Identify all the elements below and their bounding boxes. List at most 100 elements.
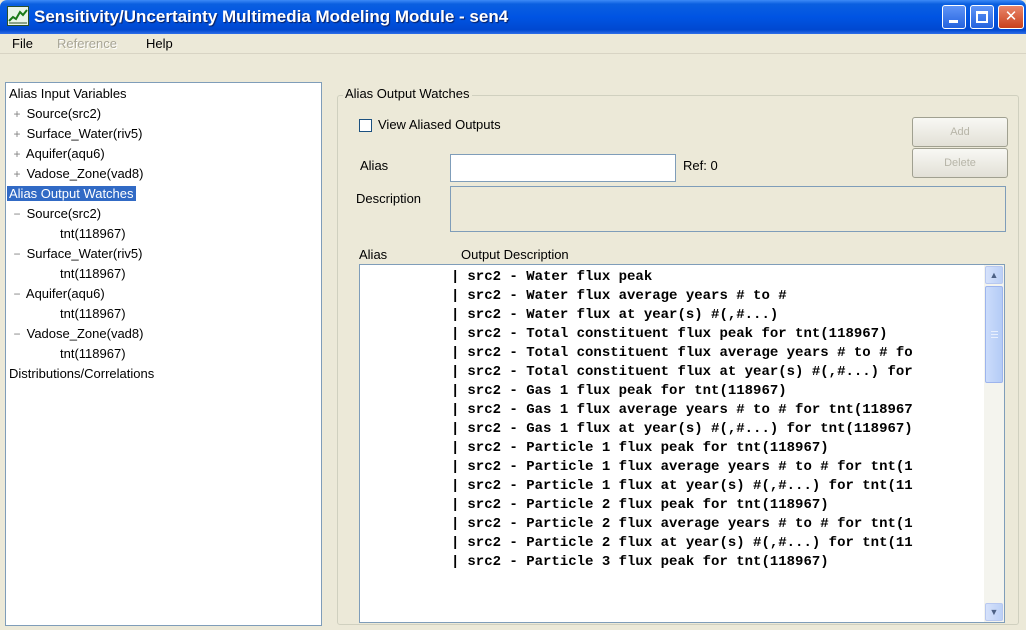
tree-node-label: Vadose_Zone(vad8) [26, 166, 144, 181]
tree-node-input-surface-water[interactable]: + Surface_Water(riv5) [11, 124, 142, 144]
list-item-text: src2 - Particle 2 flux average years # t… [467, 516, 913, 532]
list-item-text: src2 - Particle 1 flux at year(s) #(,#..… [467, 478, 913, 494]
alias-label: Alias [360, 158, 389, 173]
tree-node-label: tnt(118967) [60, 226, 126, 241]
delete-button[interactable]: Delete [912, 148, 1008, 178]
tree-node-output-aquifer-tnt[interactable]: tnt(118967) [60, 304, 126, 324]
menu-help[interactable]: Help [146, 36, 173, 51]
expand-icon[interactable]: + [11, 144, 23, 164]
checkbox-box[interactable] [359, 119, 372, 132]
tree-node-label: tnt(118967) [60, 306, 126, 321]
menu-file[interactable]: File [12, 36, 33, 51]
list-item-text: src2 - Total constituent flux average ye… [467, 345, 913, 361]
tree-node-output-surface-water[interactable]: − Surface_Water(riv5) [11, 244, 142, 264]
list-item-text: src2 - Particle 2 flux at year(s) #(,#..… [467, 535, 913, 551]
tree-view[interactable]: Alias Input Variables + Source(src2) + S… [5, 82, 322, 626]
tree-node-output-source[interactable]: − Source(src2) [11, 204, 101, 224]
add-button[interactable]: Add [912, 117, 1008, 147]
maximize-button[interactable] [970, 5, 994, 29]
collapse-icon[interactable]: − [11, 204, 23, 224]
list-item[interactable]: | src2 - Water flux peak [451, 268, 652, 287]
list-item-text: src2 - Gas 1 flux peak for tnt(118967) [467, 383, 787, 399]
tree-node-output-vadose-zone-tnt[interactable]: tnt(118967) [60, 344, 126, 364]
tree-node-alias-input-variables[interactable]: Alias Input Variables [9, 84, 127, 104]
tree-node-output-source-tnt[interactable]: tnt(118967) [60, 224, 126, 244]
title-bar[interactable]: Sensitivity/Uncertainty Multimedia Model… [0, 0, 1026, 34]
list-item[interactable]: | src2 - Total constituent flux peak for … [451, 325, 887, 344]
list-item[interactable]: | src2 - Water flux at year(s) #(,#...) [451, 306, 778, 325]
list-item[interactable]: | src2 - Total constituent flux at year(s… [451, 363, 913, 382]
scroll-up-button[interactable]: ▲ [985, 266, 1003, 284]
column-header-output-description[interactable]: Output Description [461, 247, 569, 262]
tree-node-input-vadose-zone[interactable]: + Vadose_Zone(vad8) [11, 164, 143, 184]
tree-node-output-vadose-zone[interactable]: − Vadose_Zone(vad8) [11, 324, 143, 344]
tree-node-input-source[interactable]: + Source(src2) [11, 104, 101, 124]
list-item-text: src2 - Particle 1 flux peak for tnt(1189… [467, 440, 829, 456]
list-item-text: src2 - Water flux at year(s) #(,#...) [467, 307, 779, 323]
tree-node-label: Surface_Water(riv5) [26, 126, 143, 141]
close-icon: ✕ [1004, 8, 1018, 25]
collapse-icon[interactable]: − [11, 324, 23, 344]
tree-node-output-surface-water-tnt[interactable]: tnt(118967) [60, 264, 126, 284]
tree-node-label: Surface_Water(riv5) [26, 246, 143, 261]
list-item[interactable]: | src2 - Particle 1 flux at year(s) #(,#.… [451, 477, 913, 496]
list-item[interactable]: | src2 - Gas 1 flux at year(s) #(,#...) f… [451, 420, 913, 439]
menu-reference[interactable]: Reference [57, 36, 117, 51]
chevron-down-icon: ▼ [989, 607, 999, 617]
list-item-text: src2 - Gas 1 flux at year(s) #(,#...) fo… [467, 421, 913, 437]
tree-node-label: Aquifer(aqu6) [25, 146, 105, 161]
list-item[interactable]: | src2 - Particle 2 flux peak for tnt(118… [451, 496, 829, 515]
ref-label: Ref: 0 [683, 158, 718, 173]
tree-node-label: Aquifer(aqu6) [25, 286, 105, 301]
list-item-text: src2 - Particle 1 flux average years # t… [467, 459, 913, 475]
expand-icon[interactable]: + [11, 164, 23, 184]
list-item[interactable]: | src2 - Particle 2 flux average years # … [451, 515, 913, 534]
window-title: Sensitivity/Uncertainty Multimedia Model… [34, 7, 509, 26]
list-item[interactable]: | src2 - Particle 3 flux peak for tnt(118… [451, 553, 829, 572]
column-header-alias[interactable]: Alias [359, 247, 387, 262]
tree-node-input-aquifer[interactable]: + Aquifer(aqu6) [11, 144, 105, 164]
list-item-text: src2 - Water flux peak [467, 269, 653, 285]
list-item[interactable]: | src2 - Particle 1 flux average years # … [451, 458, 913, 477]
tree-node-label: Vadose_Zone(vad8) [26, 326, 144, 341]
close-button[interactable]: ✕ [998, 5, 1024, 29]
group-title: Alias Output Watches [343, 86, 472, 101]
list-item[interactable]: | src2 - Particle 1 flux peak for tnt(118… [451, 439, 829, 458]
tree-node-label: tnt(118967) [60, 346, 126, 361]
collapse-icon[interactable]: − [11, 284, 23, 304]
list-item[interactable]: | src2 - Gas 1 flux peak for tnt(118967) [451, 382, 787, 401]
list-item-text: src2 - Total constituent flux at year(s)… [467, 364, 913, 380]
collapse-icon[interactable]: − [11, 244, 23, 264]
tree-node-output-aquifer[interactable]: − Aquifer(aqu6) [11, 284, 105, 304]
list-item[interactable]: | src2 - Water flux average years # to # [451, 287, 787, 306]
menu-bar: File Reference Help [0, 34, 1026, 54]
list-item[interactable]: | src2 - Particle 2 flux at year(s) #(,#.… [451, 534, 913, 553]
description-field[interactable] [450, 186, 1006, 232]
vertical-scrollbar[interactable]: ▲ ▼ [984, 265, 1004, 622]
chart-icon[interactable] [7, 6, 29, 26]
description-label: Description [356, 191, 422, 206]
checkbox-label: View Aliased Outputs [378, 117, 501, 132]
list-item[interactable]: | src2 - Total constituent flux average y… [451, 344, 913, 363]
tree-node-label: tnt(118967) [60, 266, 126, 281]
output-list[interactable]: | src2 - Water flux peak | src2 - Water fl… [359, 264, 1005, 623]
tree-node-distributions-correlations[interactable]: Distributions/Correlations [9, 364, 154, 384]
maximize-icon [976, 11, 988, 23]
list-item-text: src2 - Total constituent flux peak for t… [467, 326, 888, 342]
tree-node-alias-output-watches[interactable]: Alias Output Watches [7, 184, 136, 204]
list-item[interactable]: | src2 - Gas 1 flux average years # to # … [451, 401, 913, 420]
tree-node-label: Alias Output Watches [7, 186, 136, 201]
list-item-text: src2 - Particle 2 flux peak for tnt(1189… [467, 497, 829, 513]
tree-node-label: Distributions/Correlations [9, 366, 155, 381]
expand-icon[interactable]: + [11, 124, 23, 144]
list-item-text: src2 - Gas 1 flux average years # to # f… [467, 402, 913, 418]
scroll-down-button[interactable]: ▼ [985, 603, 1003, 621]
minimize-button[interactable] [942, 5, 966, 29]
expand-icon[interactable]: + [11, 104, 23, 124]
chevron-up-icon: ▲ [989, 270, 999, 280]
scroll-thumb[interactable] [985, 286, 1003, 383]
minimize-icon [949, 20, 958, 23]
alias-input[interactable] [450, 154, 676, 182]
tree-node-label: Alias Input Variables [9, 86, 127, 101]
list-item-text: src2 - Water flux average years # to # [467, 288, 787, 304]
